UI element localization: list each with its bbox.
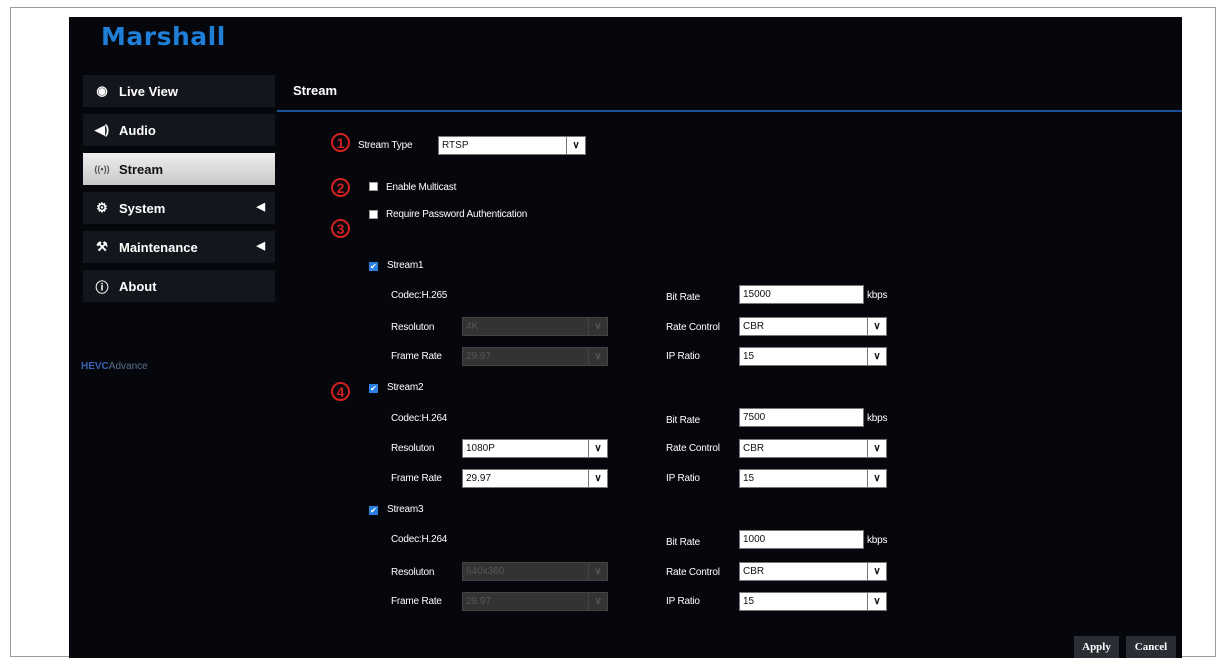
chevron-down-icon: ∨ (588, 348, 607, 365)
page-title: Stream (293, 83, 338, 98)
stream3-rate-control-label: Rate Control (666, 567, 720, 578)
stream1-bitrate-label: Bit Rate (666, 292, 700, 303)
apply-button[interactable]: Apply (1074, 636, 1119, 658)
info-icon: ⓘ (95, 279, 109, 295)
sidebar-item-maintenance[interactable]: ⚒ Maintenance ◀ (83, 231, 275, 263)
stream1-resolution-label: Resoluton (391, 322, 435, 333)
broadcast-icon: ((•)) (94, 164, 110, 174)
stream1-resolution-select[interactable]: 4K ∨ (462, 317, 608, 336)
hevc-advance-logo: HEVCAdvance (81, 361, 148, 372)
sidebar-item-label: System (119, 200, 166, 216)
stream3-rate-control-select[interactable]: CBR ∨ (739, 562, 887, 581)
chevron-down-icon: ∨ (588, 318, 607, 335)
stream3-framerate-select[interactable]: 29.97 ∨ (462, 592, 608, 611)
header-divider (277, 110, 1182, 112)
enable-multicast-label: Enable Multicast (386, 182, 457, 193)
stream3-framerate-label: Frame Rate (391, 596, 442, 607)
chevron-down-icon: ∨ (588, 593, 607, 610)
stream2-resolution-select[interactable]: 1080P ∨ (462, 439, 608, 458)
chevron-down-icon: ∨ (867, 348, 886, 365)
stream2-label: Stream2 (387, 382, 424, 393)
stream1-label: Stream1 (387, 260, 424, 271)
stream2-resolution-label: Resoluton (391, 443, 435, 454)
sidebar-item-audio[interactable]: ◀) Audio (83, 114, 275, 146)
stream3-label: Stream3 (387, 504, 424, 515)
sidebar-item-label: Maintenance (119, 239, 198, 255)
chevron-down-icon: ∨ (588, 563, 607, 580)
stream1-bitrate-unit: kbps (867, 290, 888, 301)
chevron-down-icon: ∨ (867, 563, 886, 580)
callout-badge-3: 3 (331, 219, 350, 238)
chevron-down-icon: ∨ (867, 593, 886, 610)
stream3-ip-ratio-select[interactable]: 15 ∨ (739, 592, 887, 611)
chevron-down-icon: ∨ (588, 440, 607, 457)
stream-type-select[interactable]: RTSP ∨ (438, 136, 586, 155)
gear-icon: ⚙ (96, 200, 108, 215)
chevron-down-icon: ∨ (867, 318, 886, 335)
stream3-resolution-label: Resoluton (391, 567, 435, 578)
chevron-left-icon: ◀ (256, 201, 265, 213)
stream1-ip-ratio-label: IP Ratio (666, 351, 700, 362)
stream1-codec: Codec:H.265 (391, 290, 448, 301)
stream1-ip-ratio-select[interactable]: 15 ∨ (739, 347, 887, 366)
stream2-bitrate-unit: kbps (867, 413, 888, 424)
wrench-icon: ⚒ (96, 239, 108, 254)
sidebar-item-stream[interactable]: ((•)) Stream (83, 153, 275, 185)
stream2-rate-control-select[interactable]: CBR ∨ (739, 439, 887, 458)
stream1-framerate-select[interactable]: 29.97 ∨ (462, 347, 608, 366)
callout-badge-4: 4 (331, 382, 350, 401)
callout-badge-2: 2 (331, 178, 350, 197)
stream3-resolution-select[interactable]: 640x360 ∨ (462, 562, 608, 581)
stream3-bitrate-input[interactable]: 1000 (739, 530, 864, 549)
stream2-framerate-label: Frame Rate (391, 473, 442, 484)
eye-icon: ◉ (96, 83, 108, 98)
stream-type-label: Stream Type (358, 140, 413, 151)
stream2-ip-ratio-label: IP Ratio (666, 473, 700, 484)
stream2-bitrate-input[interactable]: 7500 (739, 408, 864, 427)
stream1-framerate-label: Frame Rate (391, 351, 442, 362)
stream3-bitrate-label: Bit Rate (666, 537, 700, 548)
stream3-ip-ratio-label: IP Ratio (666, 596, 700, 607)
stream2-rate-control-label: Rate Control (666, 443, 720, 454)
stream1-rate-control-label: Rate Control (666, 322, 720, 333)
sidebar-item-label: Live View (119, 83, 179, 99)
sidebar-item-about[interactable]: ⓘ About (83, 270, 275, 302)
stream1-checkbox[interactable]: ✔ (369, 262, 378, 271)
stream1-bitrate-input[interactable]: 15000 (739, 285, 864, 304)
sidebar-item-label: About (119, 278, 157, 294)
stream2-codec: Codec:H.264 (391, 413, 448, 424)
chevron-down-icon: ∨ (588, 470, 607, 487)
enable-multicast-checkbox[interactable] (369, 182, 378, 191)
chevron-down-icon: ∨ (867, 470, 886, 487)
stream1-rate-control-select[interactable]: CBR ∨ (739, 317, 887, 336)
stream2-bitrate-label: Bit Rate (666, 415, 700, 426)
callout-badge-1: 1 (331, 133, 350, 152)
sidebar-item-system[interactable]: ⚙ System ◀ (83, 192, 275, 224)
stream3-checkbox[interactable]: ✔ (369, 506, 378, 515)
chevron-left-icon: ◀ (256, 240, 265, 252)
require-password-label: Require Password Authentication (386, 209, 528, 220)
chevron-down-icon: ∨ (566, 137, 585, 154)
speaker-icon: ◀) (94, 122, 110, 137)
chevron-down-icon: ∨ (867, 440, 886, 457)
sidebar-item-live-view[interactable]: ◉ Live View (83, 75, 275, 107)
marshall-logo: Marshall (101, 22, 226, 51)
stream3-codec: Codec:H.264 (391, 534, 448, 545)
sidebar-item-label: Audio (119, 122, 156, 138)
camera-web-ui: Marshall ◉ Live View ◀) Audio ((•)) Stre… (69, 17, 1182, 658)
stream2-ip-ratio-select[interactable]: 15 ∨ (739, 469, 887, 488)
require-password-checkbox[interactable] (369, 210, 378, 219)
stream2-framerate-select[interactable]: 29.97 ∨ (462, 469, 608, 488)
sidebar-item-label: Stream (119, 161, 164, 177)
stream2-checkbox[interactable]: ✔ (369, 384, 378, 393)
stream3-bitrate-unit: kbps (867, 535, 888, 546)
cancel-button[interactable]: Cancel (1126, 636, 1176, 658)
